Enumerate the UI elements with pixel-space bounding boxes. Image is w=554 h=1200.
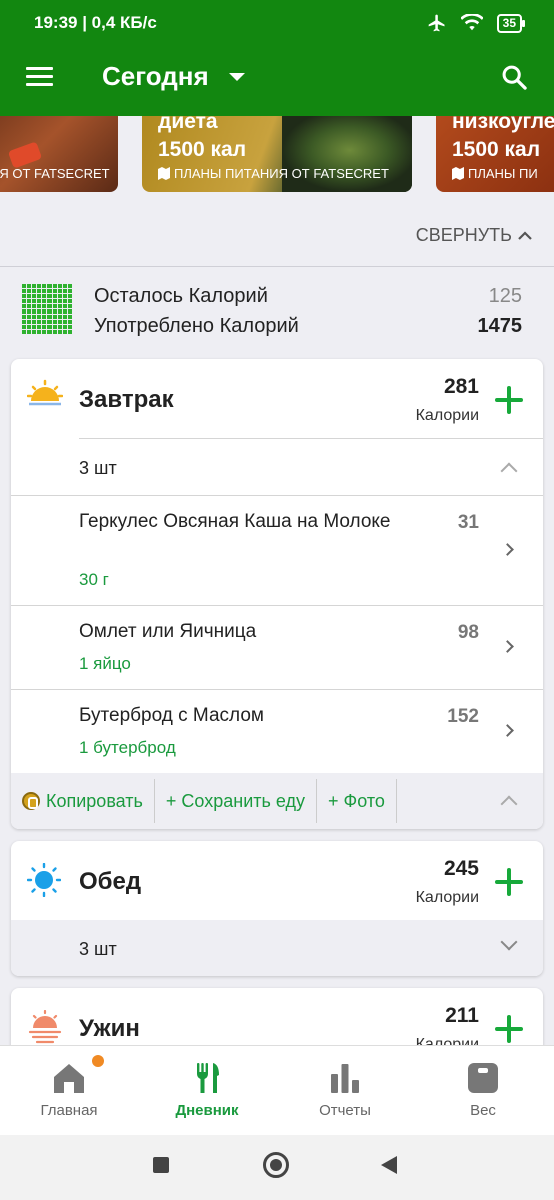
- scale-icon: [468, 1063, 498, 1093]
- food-calories: 152: [447, 706, 479, 727]
- remaining-value: 125: [488, 285, 522, 307]
- consumed-label: Употреблено Калорий: [94, 315, 299, 337]
- page-title[interactable]: Сегодня: [102, 61, 209, 92]
- food-quantity: 30 г: [79, 570, 109, 589]
- divider: [79, 438, 543, 439]
- add-food-button[interactable]: [495, 1015, 523, 1043]
- airplane-icon: [428, 14, 445, 32]
- nav-home[interactable]: Главная: [0, 1046, 138, 1134]
- food-item[interactable]: Бутерброд с Маслом 1 бутерброд 152: [11, 690, 543, 774]
- bottom-navigation: Главная Дневник Отчеты Вес: [0, 1045, 554, 1135]
- map-icon: [452, 167, 464, 180]
- food-item[interactable]: Омлет или Яичница 1 яйцо 98: [11, 606, 543, 690]
- meal-title[interactable]: Завтрак: [79, 386, 174, 414]
- food-name: Геркулес Овсяная Каша на Молоке: [79, 511, 391, 532]
- consumed-value: 1475: [477, 315, 523, 337]
- chevron-up-icon[interactable]: [500, 795, 518, 813]
- meal-title[interactable]: Обед: [79, 868, 141, 896]
- meal-plan-banner[interactable]: низкоугле 1500 кал ПЛАНЫ ПИ: [436, 116, 554, 192]
- chevron-up-icon: [518, 230, 532, 240]
- nav-label: Дневник: [175, 1102, 239, 1119]
- meal-calories: 211: [445, 1004, 479, 1027]
- recent-apps-icon[interactable]: [153, 1157, 169, 1173]
- battery-icon: 35: [496, 13, 526, 33]
- sunrise-icon: [27, 379, 63, 406]
- search-icon[interactable]: [500, 63, 528, 91]
- map-icon: [158, 167, 170, 180]
- meal-calories-label: Калории: [415, 889, 479, 906]
- add-food-button[interactable]: [495, 868, 523, 896]
- food-item[interactable]: Геркулес Овсяная Каша на Молоке 30 г 31: [11, 496, 543, 606]
- menu-icon[interactable]: [26, 67, 53, 87]
- home-icon: [54, 1064, 84, 1093]
- calorie-grid-icon: [22, 284, 72, 334]
- coin-icon: [22, 792, 40, 810]
- chevron-right-icon: [501, 640, 514, 653]
- meal-calories-label: Калории: [415, 407, 479, 424]
- food-calories: 98: [457, 622, 479, 643]
- status-time: 19:39 | 0,4 КБ/с: [34, 13, 157, 32]
- chevron-right-icon: [501, 724, 514, 737]
- meal-actions-bar: Копировать + Сохранить еду + Фото: [11, 773, 543, 829]
- nav-label: Главная: [40, 1102, 98, 1119]
- app-bar: Сегодня: [0, 37, 554, 116]
- nav-reports[interactable]: Отчеты: [276, 1046, 414, 1134]
- save-meal-button[interactable]: + Сохранить еду: [155, 779, 317, 823]
- lunch-card: Обед 245 Калории 3 шт: [11, 841, 543, 976]
- meal-plan-carousel[interactable]: ИЯ ОТ FATSECRET диета 1500 кал ПЛАНЫ ПИТ…: [0, 116, 554, 196]
- nav-weight[interactable]: Вес: [414, 1046, 552, 1134]
- meal-calories: 245: [443, 857, 479, 880]
- wifi-icon: [460, 14, 483, 31]
- collapse-button[interactable]: СВЕРНУТЬ: [416, 225, 532, 246]
- food-calories: 31: [457, 512, 479, 533]
- meal-plan-banner[interactable]: диета 1500 кал ПЛАНЫ ПИТАНИЯ ОТ FATSECRE…: [142, 116, 412, 192]
- sunset-icon: [28, 1010, 62, 1044]
- bar-chart-icon: [331, 1064, 359, 1093]
- food-quantity: 1 бутерброд: [79, 738, 176, 757]
- collapsed-items-row[interactable]: 3 шт: [11, 920, 543, 976]
- meal-title[interactable]: Ужин: [79, 1015, 140, 1043]
- copy-button[interactable]: Копировать: [11, 779, 155, 823]
- food-name: Бутерброд с Маслом: [79, 705, 264, 726]
- home-button-icon[interactable]: [263, 1152, 289, 1178]
- item-count: 3 шт: [79, 939, 117, 959]
- nav-label: Отчеты: [319, 1102, 371, 1119]
- fork-knife-icon: [197, 1063, 219, 1093]
- notification-dot: [92, 1055, 104, 1067]
- remaining-label: Осталось Калорий: [94, 285, 268, 307]
- nav-label: Вес: [470, 1102, 496, 1119]
- chevron-down-icon[interactable]: [500, 933, 518, 951]
- back-icon[interactable]: [381, 1156, 397, 1174]
- chevron-right-icon: [501, 543, 514, 556]
- chevron-down-icon[interactable]: [229, 73, 245, 81]
- add-food-button[interactable]: [495, 386, 523, 414]
- item-count[interactable]: 3 шт: [79, 458, 117, 479]
- sun-icon: [27, 863, 61, 897]
- food-name: Омлет или Яичница: [79, 621, 257, 642]
- nav-diary[interactable]: Дневник: [138, 1046, 276, 1134]
- divider: [0, 266, 554, 267]
- food-quantity: 1 яйцо: [79, 654, 131, 673]
- meal-calories: 281: [443, 375, 479, 398]
- chevron-up-icon[interactable]: [500, 462, 518, 480]
- add-photo-button[interactable]: + Фото: [317, 779, 397, 823]
- meal-plan-banner[interactable]: ИЯ ОТ FATSECRET: [0, 116, 118, 192]
- system-navigation-bar: [0, 1135, 554, 1200]
- breakfast-card: Завтрак 281 Калории 3 шт Геркулес Овсяна…: [11, 359, 543, 829]
